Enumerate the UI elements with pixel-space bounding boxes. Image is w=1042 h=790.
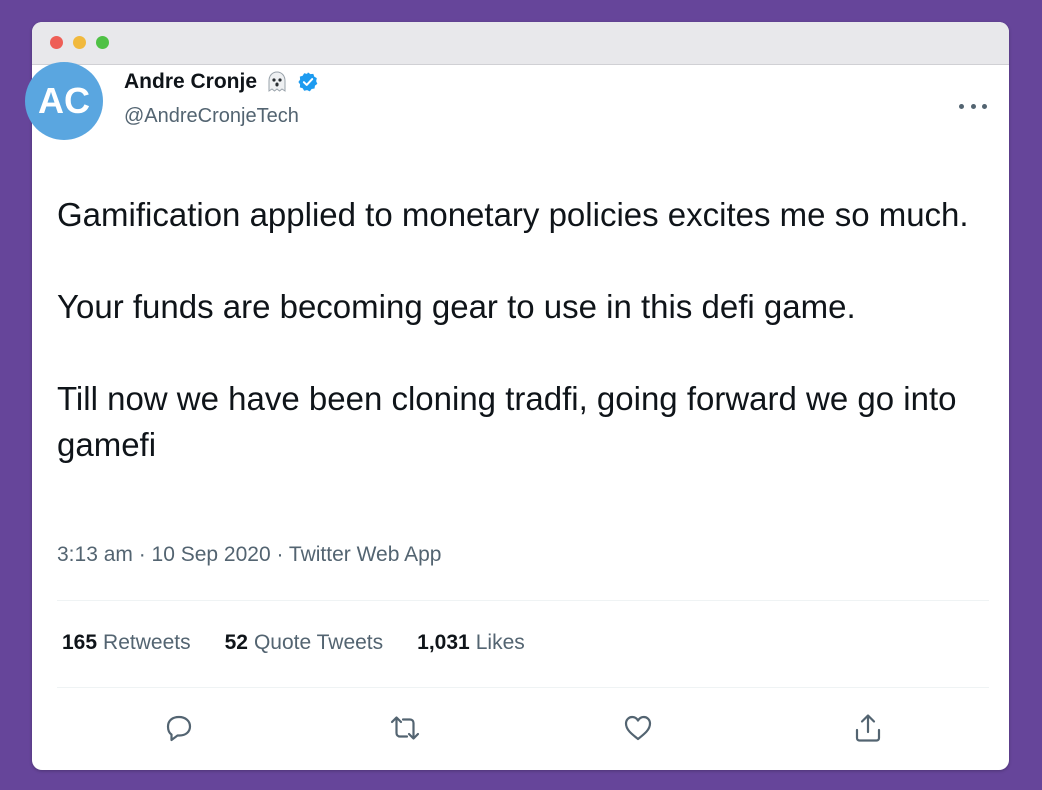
divider bbox=[57, 600, 989, 601]
quote-tweets-label: Quote Tweets bbox=[253, 631, 384, 654]
avatar[interactable]: AC bbox=[25, 62, 103, 140]
more-options-icon[interactable] bbox=[959, 98, 987, 114]
likes-label: Likes bbox=[475, 631, 525, 654]
reply-icon[interactable] bbox=[162, 711, 196, 745]
quote-tweets-stat[interactable]: 52 Quote Tweets bbox=[225, 631, 384, 655]
share-icon[interactable] bbox=[851, 711, 885, 745]
tweet-paragraph: Your funds are becoming gear to use in t… bbox=[57, 288, 856, 325]
zoom-window-button[interactable] bbox=[96, 36, 109, 49]
engagement-stats: 165 Retweets 52 Quote Tweets 1,031 Likes bbox=[62, 631, 525, 655]
tweet-text: Gamification applied to monetary policie… bbox=[57, 192, 987, 468]
tweet-paragraph: Gamification applied to monetary policie… bbox=[57, 196, 969, 233]
retweets-stat[interactable]: 165 Retweets bbox=[62, 631, 191, 655]
tweet-paragraph: Till now we have been cloning tradfi, go… bbox=[57, 380, 957, 463]
minimize-window-button[interactable] bbox=[73, 36, 86, 49]
likes-count: 1,031 bbox=[417, 631, 470, 654]
retweets-count: 165 bbox=[62, 631, 98, 654]
quote-tweets-count: 52 bbox=[224, 631, 248, 654]
retweets-label: Retweets bbox=[103, 631, 191, 654]
ghost-icon bbox=[265, 70, 289, 94]
verified-badge-icon bbox=[297, 71, 319, 93]
divider bbox=[57, 687, 989, 688]
author-handle[interactable]: @AndreCronjeTech bbox=[124, 105, 299, 128]
author-display-name[interactable]: Andre Cronje bbox=[124, 70, 257, 94]
author-name-row: Andre Cronje bbox=[124, 70, 319, 94]
likes-stat[interactable]: 1,031 Likes bbox=[417, 631, 525, 655]
like-icon[interactable] bbox=[621, 711, 655, 745]
tweet-action-bar bbox=[162, 711, 902, 745]
tweet-timestamp-source[interactable]: 3:13 am · 10 Sep 2020 · Twitter Web App bbox=[57, 543, 441, 567]
retweet-icon[interactable] bbox=[388, 711, 422, 745]
window-titlebar bbox=[32, 22, 1009, 65]
close-window-button[interactable] bbox=[50, 36, 63, 49]
